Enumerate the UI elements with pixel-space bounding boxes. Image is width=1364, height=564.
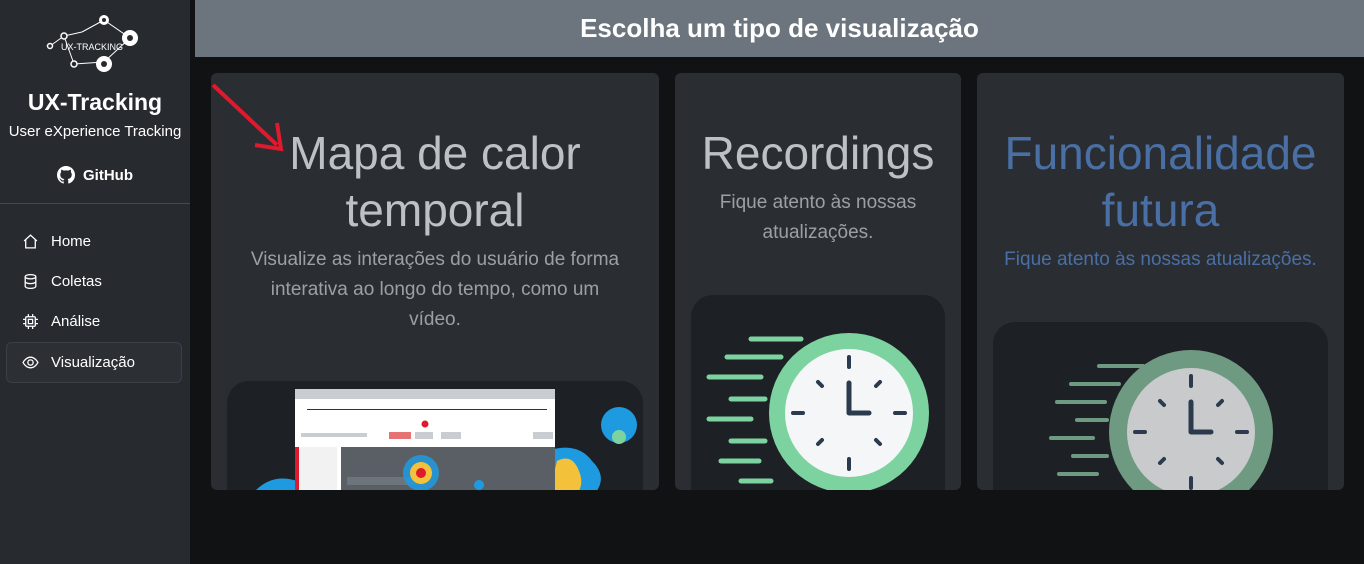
page-header: Escolha um tipo de visualização — [195, 0, 1364, 57]
card-description-line2: atualizações. — [762, 222, 874, 243]
database-icon — [24, 273, 37, 289]
clock-icon — [1049, 350, 1273, 490]
card-title-line2: futura — [1101, 184, 1220, 236]
card-future-feature[interactable]: Funcionalidade futura Fique atento às no… — [977, 73, 1344, 490]
sidebar-divider — [0, 203, 190, 204]
house-icon — [23, 233, 38, 249]
eye-icon — [22, 356, 39, 369]
github-label: GitHub — [83, 166, 133, 184]
brand-tagline: User eXperience Tracking — [8, 123, 182, 140]
page-title: Escolha um tipo de visualização — [580, 13, 979, 43]
heatmap-thumbnail — [227, 381, 643, 490]
card-description: Fique atento às nossas — [719, 192, 917, 213]
card-title: Mapa de calor — [289, 127, 581, 179]
sidebar: UX-TRACKING UX-Tracking User eXperience … — [0, 0, 190, 564]
sidebar-item-label: Visualização — [51, 354, 135, 371]
sidebar-item-visualizacao[interactable]: Visualização — [6, 342, 182, 383]
github-link[interactable]: GitHub — [0, 166, 190, 184]
ux-tracking-logo: UX-TRACKING — [46, 15, 138, 72]
card-title-line2: temporal — [345, 184, 525, 236]
card-heatmap[interactable]: Mapa de calor temporal Visualize as inte… — [211, 73, 659, 490]
sidebar-item-label: Coletas — [51, 272, 102, 290]
sidebar-item-coletas[interactable]: Coletas — [6, 261, 182, 301]
card-title: Recordings — [701, 127, 935, 179]
cpu-icon — [23, 313, 38, 329]
card-title: Funcionalidade — [1004, 127, 1317, 179]
recordings-thumbnail — [691, 295, 945, 490]
card-description: Fique atento às nossas atualizações. — [1004, 249, 1317, 270]
clock-icon — [706, 333, 929, 490]
logo-text: UX-TRACKING — [61, 42, 123, 52]
heatmap-illustration — [256, 389, 637, 490]
sidebar-item-label: Análise — [51, 312, 101, 330]
brand-name: UX-Tracking — [27, 89, 163, 115]
sidebar-nav: Home Coletas Análise Visualização — [6, 221, 182, 383]
card-description-line2: interativa ao longo do tempo, como um — [270, 279, 600, 300]
sidebar-item-analise[interactable]: Análise — [6, 301, 182, 341]
sidebar-item-label: Home — [51, 232, 92, 250]
github-icon — [57, 166, 75, 184]
card-description: Visualize as interações do usuário de fo… — [250, 249, 620, 270]
future-thumbnail — [993, 322, 1328, 490]
card-description-line3: vídeo. — [409, 309, 461, 330]
card-recordings[interactable]: Recordings Fique atento às nossas atuali… — [675, 73, 961, 490]
sidebar-item-home[interactable]: Home — [6, 221, 182, 261]
